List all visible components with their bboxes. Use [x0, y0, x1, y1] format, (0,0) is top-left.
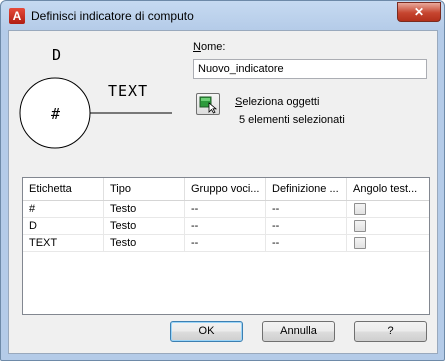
column-header-type[interactable]: Tipo	[104, 178, 185, 200]
selection-count-text: 5 elementi selezionati	[239, 114, 345, 126]
column-header-group[interactable]: Gruppo voci...	[185, 178, 266, 200]
cell-definition: --	[266, 218, 347, 235]
indicator-table[interactable]: Etichetta Tipo Gruppo voci... Definizion…	[22, 177, 430, 315]
title-bar[interactable]: A Definisci indicatore di computo ✕	[1, 1, 444, 30]
cell-type: Testo	[104, 201, 185, 218]
ok-button[interactable]: OK	[170, 321, 243, 342]
preview-label-top: D	[52, 46, 61, 64]
table-header: Etichetta Tipo Gruppo voci... Definizion…	[23, 178, 429, 201]
column-header-definition[interactable]: Definizione ...	[266, 178, 347, 200]
table-row[interactable]: # Testo -- --	[23, 201, 429, 218]
select-objects-label: Seleziona oggetti	[235, 96, 320, 108]
text-angle-checkbox[interactable]	[354, 203, 366, 215]
name-label: Nome:	[193, 41, 226, 53]
text-angle-checkbox[interactable]	[354, 220, 366, 232]
dialog-window: A Definisci indicatore di computo ✕ D # …	[0, 0, 445, 361]
cell-group: --	[185, 235, 266, 252]
cell-group: --	[185, 201, 266, 218]
text-angle-checkbox[interactable]	[354, 237, 366, 249]
dialog-body: D # TEXT Nome: Nuovo_indicatore Selezion…	[8, 30, 438, 354]
autocad-app-icon: A	[9, 8, 25, 24]
cell-text-angle	[347, 201, 429, 218]
cancel-button[interactable]: Annulla	[262, 321, 335, 342]
cell-label: #	[23, 201, 104, 218]
help-button[interactable]: ?	[354, 321, 427, 342]
select-objects-button[interactable]	[196, 93, 220, 115]
preview-label-center: #	[51, 105, 60, 123]
table-row[interactable]: TEXT Testo -- --	[23, 235, 429, 252]
close-button[interactable]: ✕	[397, 2, 441, 22]
column-header-label[interactable]: Etichetta	[23, 178, 104, 200]
cell-definition: --	[266, 201, 347, 218]
column-header-text-angle[interactable]: Angolo test...	[347, 178, 429, 200]
cell-label: D	[23, 218, 104, 235]
cell-definition: --	[266, 235, 347, 252]
table-row[interactable]: D Testo -- --	[23, 218, 429, 235]
preview-label-side: TEXT	[108, 82, 148, 100]
cell-label: TEXT	[23, 235, 104, 252]
cell-group: --	[185, 218, 266, 235]
cell-type: Testo	[104, 235, 185, 252]
cell-type: Testo	[104, 218, 185, 235]
cell-text-angle	[347, 235, 429, 252]
window-title: Definisci indicatore di computo	[31, 9, 194, 23]
cell-text-angle	[347, 218, 429, 235]
select-objects-icon	[199, 96, 218, 114]
name-input[interactable]: Nuovo_indicatore	[193, 59, 427, 79]
indicator-preview: D # TEXT	[19, 46, 172, 149]
